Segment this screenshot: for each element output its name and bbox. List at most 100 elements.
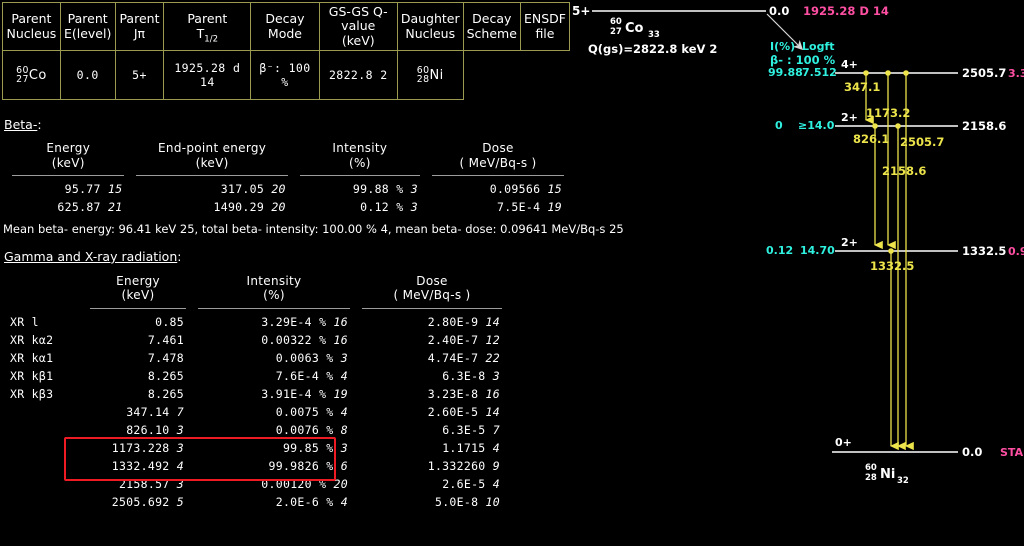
level-energy: 2158.6 <box>962 119 1006 133</box>
header-parent-halflife: Parent T1/2 <box>163 1 252 52</box>
header-line-1: Energy <box>46 141 91 156</box>
header-line-2: (%) <box>349 155 371 170</box>
cell-gamma-dose: 2.40E-7 12 <box>356 331 508 349</box>
cell-gamma-energy: 7.461 <box>84 331 192 349</box>
cell-beta-intensity: 99.88 % 3 <box>294 180 426 198</box>
cell-gamma-label <box>6 439 84 457</box>
value: XR kβ1 <box>10 368 54 383</box>
parent-neutron-number: 33 <box>648 30 660 40</box>
uncertainty: 3 <box>176 422 184 437</box>
uncertainty: 14 <box>485 404 500 419</box>
ensdf-link-line1: ENSDF <box>523 11 566 27</box>
rule-cell <box>426 172 570 180</box>
table-row: 60 27 Co 0.0 5+ 1925.28 d 14 β⁻: 100 % 282… <box>2 50 570 101</box>
value: 7.478 <box>147 350 184 365</box>
uncertainty: 4 <box>340 494 348 509</box>
cell-gamma-energy: 347.14 7 <box>84 403 192 421</box>
header-decay-mode: Decay Mode <box>250 1 320 52</box>
cell-gamma-intensity: 99.85 % 3 <box>192 439 356 457</box>
cell-gamma-intensity: 99.9826 % 6 <box>192 457 356 475</box>
value: 99.9826 % <box>268 458 334 473</box>
value: 1332.492 <box>111 458 170 473</box>
header-line-1: Parent <box>67 11 108 27</box>
beta-table: Energy (keV) End-point energy (keV) Inte… <box>6 140 570 216</box>
level-half-life: 3.3 PS <box>1008 67 1024 80</box>
value: 6.3E-5 <box>442 422 486 437</box>
cell-decay-mode: β⁻: 100 % <box>250 50 320 101</box>
value: 7.5E-4 <box>496 199 541 214</box>
value: XR kβ3 <box>10 386 54 401</box>
level-ground: 0+ 0.0 STABLE <box>832 436 1024 459</box>
beta-branch-label: β- : 100 % <box>770 53 836 67</box>
table-row: 1332.492 4 99.9826 % 6 1.332260 9 <box>6 457 508 475</box>
value: 1.332260 <box>427 458 486 473</box>
table-row: XR kα2 7.461 0.00322 % 16 2.40E-7 12 <box>6 331 508 349</box>
decay-scheme-link[interactable]: Decay Scheme <box>462 1 521 52</box>
cell-gamma-dose: 6.3E-8 3 <box>356 367 508 385</box>
transition-label: 2158.6 <box>882 164 926 178</box>
table-row: XR kβ3 8.265 3.91E-4 % 19 3.23E-8 16 <box>6 385 508 403</box>
uncertainty: 10 <box>485 494 500 509</box>
uncertainty: 4 <box>492 440 500 455</box>
header-line-1: GS-GS Q-value <box>328 4 388 34</box>
isotope-label: 60 28 Ni <box>417 66 444 85</box>
cell-gamma-dose: 1.1715 4 <box>356 439 508 457</box>
header-rule-row <box>6 305 508 313</box>
cell-beta-endpoint: 1490.29 20 <box>130 198 293 216</box>
cell-gamma-dose: 5.0E-8 10 <box>356 493 508 511</box>
value: 2.60E-5 <box>427 404 479 419</box>
t-subscript: 1/2 <box>204 34 218 45</box>
parent-half-life: 1925.28 D 14 <box>803 4 889 18</box>
cell-gamma-intensity: 0.00120 % 20 <box>192 475 356 493</box>
header-line-1: Dose <box>482 141 514 156</box>
cell-beta-dose: 0.09566 15 <box>426 180 570 198</box>
header-line-1: Intensity <box>246 273 302 288</box>
cell-gamma-label <box>6 421 84 439</box>
header-line-1: Daughter <box>400 11 460 27</box>
value: 1173.228 <box>111 440 170 455</box>
value: 625.87 <box>57 199 101 214</box>
table-row: XR kα1 7.478 0.0063 % 3 4.74E-7 22 <box>6 349 508 367</box>
header-line-2: (keV) <box>195 155 229 170</box>
value: 2.6E-5 <box>442 476 486 491</box>
rule-cell <box>84 305 192 313</box>
cell-parent-elevel: 0.0 <box>59 50 116 101</box>
cell-gamma-energy: 8.265 <box>84 385 192 403</box>
uncertainty: 12 <box>485 332 500 347</box>
transition-1173: 1173.2 <box>866 70 910 250</box>
cell-gamma-dose: 3.23E-8 16 <box>356 385 508 403</box>
cell-beta-intensity: 0.12 % 3 <box>294 198 426 216</box>
header-line-2: (%) <box>263 288 285 303</box>
header-gamma-dose: Dose ( MeV/Bq-s ) <box>356 273 508 305</box>
ensdf-file-link[interactable]: ENSDF file <box>519 1 571 52</box>
header-line-2: E(level) <box>63 25 112 41</box>
value: 0.00322 % <box>261 332 327 347</box>
cell-gamma-label <box>6 475 84 493</box>
value: XR kα1 <box>10 350 54 365</box>
transition-1332: 1332.5 <box>870 248 914 451</box>
cell-gamma-intensity: 0.0063 % 3 <box>192 349 356 367</box>
transition-826: 826.1 <box>853 123 889 250</box>
mass-charge-numbers: 60 28 <box>417 66 430 85</box>
cell-gamma-dose: 2.60E-5 14 <box>356 403 508 421</box>
level-intensity: 0.12 <box>766 244 793 257</box>
value: 0.85 <box>155 314 184 329</box>
uncertainty: 15 <box>108 181 123 196</box>
uncertainty: 16 <box>333 332 348 347</box>
cell-parent-jpi: 5+ <box>114 50 165 101</box>
cell-gamma-dose: 1.332260 9 <box>356 457 508 475</box>
daughter-mass-number: 60 <box>865 463 877 473</box>
gamma-title-suffix: : <box>177 248 182 264</box>
q-value-label: Q(gs)=2822.8 keV 2 <box>588 42 717 56</box>
header-line-2: Nucleus <box>6 25 57 41</box>
uncertainty: 7 <box>492 422 500 437</box>
rule-cell <box>294 172 426 180</box>
header-beta-intensity: Intensity (%) <box>294 140 426 172</box>
value: XR kα2 <box>10 332 54 347</box>
uncertainty: 4 <box>340 368 348 383</box>
value: 8.265 <box>147 386 184 401</box>
header-gamma-energy: Energy (keV) <box>84 273 192 305</box>
cell-gamma-intensity: 0.0075 % 4 <box>192 403 356 421</box>
cell-gamma-label: XR kβ1 <box>6 367 84 385</box>
value: 1490.29 <box>213 199 265 214</box>
